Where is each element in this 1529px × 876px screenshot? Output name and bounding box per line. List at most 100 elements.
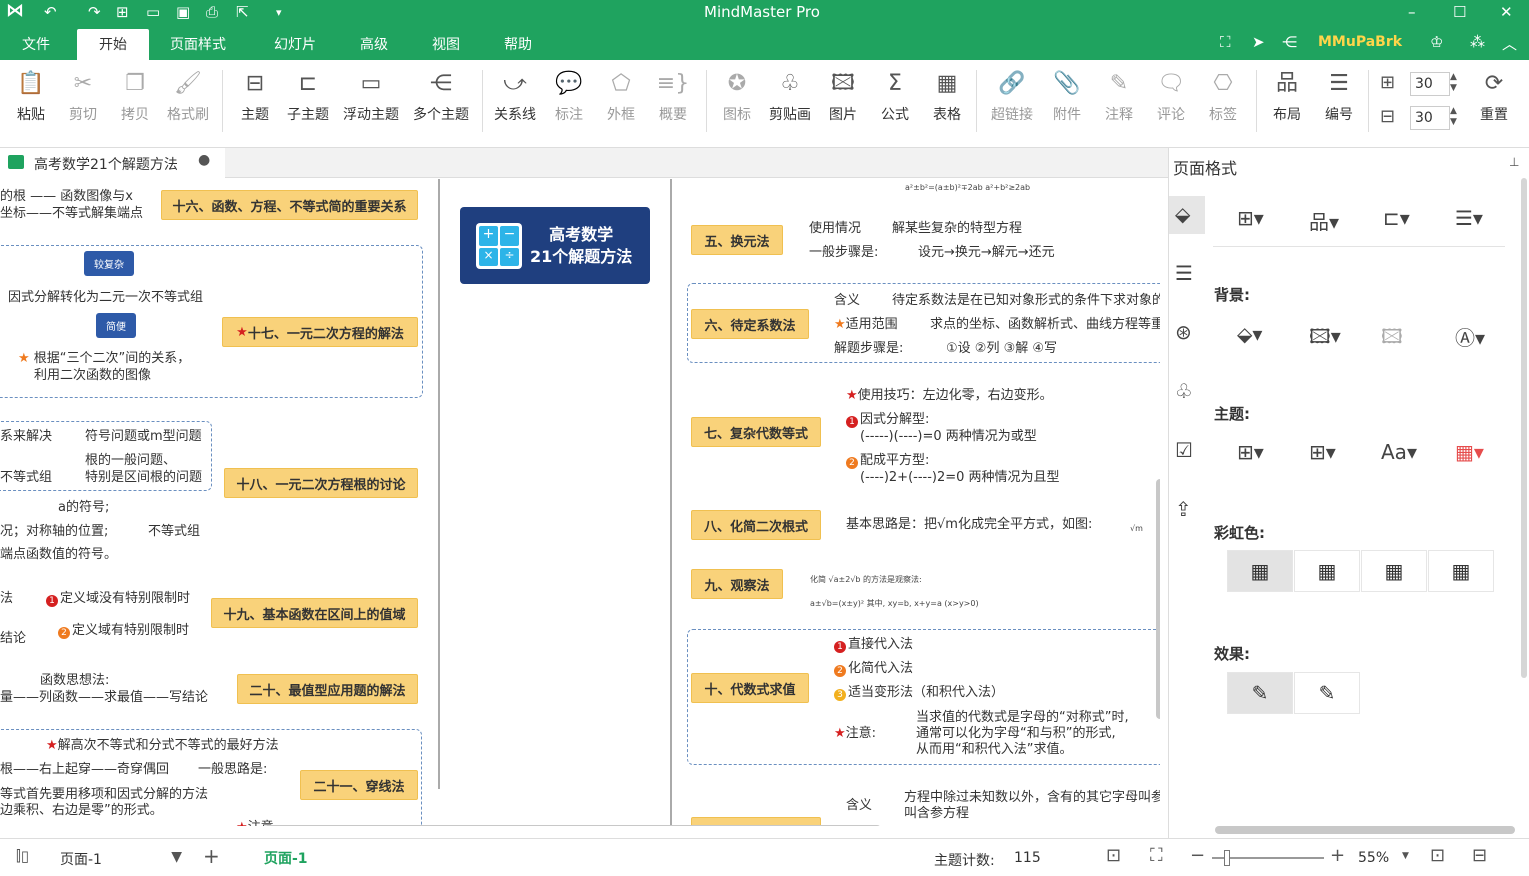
theme-style-icon[interactable]: ⊞▾ <box>1309 440 1336 464</box>
topic-21[interactable]: 二十一、穿线法 <box>300 770 418 800</box>
topic-8[interactable]: 八、化简二次根式 <box>691 510 821 540</box>
topic-7[interactable]: 七、复杂代数等式 <box>691 417 821 447</box>
format-brush-icon[interactable]: ⬙ <box>1175 202 1190 226</box>
t11-s1a[interactable]: 含义 <box>846 797 872 814</box>
t18-s3a[interactable]: a的符号; <box>58 499 109 516</box>
document-tab[interactable]: 高考数学21个解题方法 ● <box>0 148 225 178</box>
horizontal-scrollbar[interactable] <box>265 825 881 826</box>
collapse-icon[interactable]: ︿ <box>1502 33 1517 54</box>
fit-window-icon[interactable]: ⊡ <box>1430 845 1445 866</box>
remove-image-icon[interactable]: 🖾 <box>1381 322 1403 356</box>
numbering-button[interactable]: ☰ 编号 <box>1320 68 1358 124</box>
t20-s2[interactable]: 量——列函数——求最值——写结论 <box>0 689 208 706</box>
hyperlink-button[interactable]: 🔗 超链接 <box>988 68 1036 124</box>
t10-s4d[interactable]: 从而用“和积代入法”求值。 <box>916 741 1072 758</box>
panel-vertical-scrollbar[interactable] <box>1521 178 1527 678</box>
t17-sub1[interactable]: 因式分解转化为二元一次不等式组 <box>8 289 203 306</box>
table-button[interactable]: ▦ 表格 <box>928 68 966 124</box>
t6-s2b[interactable]: 求点的坐标、函数解析式、曲线方程等重 <box>930 316 1160 333</box>
t21-s3b[interactable]: 边乘积、右边是零”的形式。 <box>0 802 163 819</box>
panel-toggle-icon[interactable]: ⊟ <box>1472 845 1487 866</box>
formula-button[interactable]: Σ 公式 <box>876 68 914 124</box>
vertical-scrollbar[interactable] <box>1156 479 1160 719</box>
send-icon[interactable]: ➤ <box>1252 33 1265 51</box>
t5-s1b[interactable]: 解某些复杂的特型方程 <box>892 220 1022 237</box>
attachment-button[interactable]: 📎 附件 <box>1048 68 1086 124</box>
subtopic-button[interactable]: ⊏ 子主题 <box>284 68 332 124</box>
t18-s2a[interactable]: 不等式组 <box>0 469 52 486</box>
t19-s1a[interactable]: 法 <box>0 590 13 607</box>
zoom-dropdown-icon[interactable]: ▼ <box>1402 851 1409 861</box>
save-icon[interactable]: ▣ <box>176 3 190 21</box>
effect-option-1[interactable]: ✎ <box>1227 672 1293 714</box>
tab-help[interactable]: 帮助 <box>504 34 532 54</box>
effect-option-2[interactable]: ✎ <box>1294 672 1360 714</box>
rainbow-option-3[interactable]: ▦ <box>1361 550 1427 592</box>
panel-scrollbar[interactable] <box>1215 826 1515 834</box>
unsaved-dot-icon[interactable]: ● <box>198 152 210 168</box>
topic-18[interactable]: 十八、一元二次方程根的讨论 <box>224 468 418 498</box>
comment-button[interactable]: 🗨 评论 <box>1152 68 1190 124</box>
t18-s3b[interactable]: 况；对称轴的位置; <box>0 523 108 540</box>
callout-button[interactable]: 💬 标注 <box>550 68 588 124</box>
t6-s1a[interactable]: 含义 <box>834 292 860 309</box>
t10-s4a[interactable]: ★注意: <box>834 725 876 742</box>
t7-s1[interactable]: ★使用技巧：左边化零，右边变形。 <box>846 387 1053 404</box>
summary-button[interactable]: ≡} 概要 <box>654 68 692 124</box>
apps-icon[interactable]: ⁂ <box>1470 33 1485 51</box>
t16-sub2[interactable]: 坐标——不等式解集端点 <box>0 205 143 222</box>
export-icon[interactable]: ⇪ <box>1175 497 1192 521</box>
color-palette-icon[interactable]: ▦▾ <box>1455 440 1484 464</box>
vertical-spacing-input[interactable]: 30 <box>1410 106 1450 130</box>
tab-advanced[interactable]: 高级 <box>360 34 388 54</box>
page-tab[interactable]: 页面-1 <box>264 848 308 868</box>
topic-20[interactable]: 二十、最值型应用题的解法 <box>237 674 418 704</box>
t20-s1[interactable]: 函数思想法: <box>40 672 109 689</box>
copy-button[interactable]: ❐ 拷贝 <box>116 68 154 124</box>
callout-simple[interactable]: 简便 <box>96 313 136 338</box>
user-name[interactable]: MMuPaBrk <box>1318 34 1402 50</box>
t5-s1a[interactable]: 使用情况 <box>809 220 861 237</box>
zoom-in-icon[interactable]: + <box>1330 845 1345 866</box>
tab-home[interactable]: 开始 <box>77 29 149 60</box>
rainbow-option-1[interactable]: ▦ <box>1227 550 1293 592</box>
t21-s1[interactable]: ★解高次不等式和分式不等式的最好方法 <box>46 737 279 754</box>
image-button[interactable]: 🖾 图片 <box>826 68 860 124</box>
theme-grid-icon[interactable]: ⊞▾ <box>1237 440 1264 464</box>
new-icon[interactable]: ⊞ <box>116 3 129 21</box>
format-painter-button[interactable]: 🖌 格式刷 <box>164 68 212 124</box>
clipart-button[interactable]: ♧ 剪贴画 <box>766 68 814 124</box>
spin-arrows-icon[interactable]: ▲ ▼ <box>1450 72 1457 94</box>
topic-17[interactable]: ★ 十七、一元二次方程的解法 <box>222 317 418 347</box>
print-icon[interactable]: ⎙ <box>206 3 218 21</box>
t11-s1b[interactable]: 方程中除过未知数以外，含有的其它字母叫参 <box>904 789 1160 806</box>
horizontal-spacing-input[interactable]: 30 <box>1410 72 1450 96</box>
t21-s2b[interactable]: 一般思路是: <box>198 761 267 778</box>
t9-s1[interactable]: 化简 √a±2√b 的方法是观察法: <box>810 571 922 588</box>
undo-icon[interactable]: ↶ <box>44 3 57 21</box>
add-page-icon[interactable]: + <box>203 844 220 868</box>
numbered-list-icon[interactable]: ☰▾ <box>1455 206 1483 230</box>
t18-s2b[interactable]: 根的一般问题、 <box>85 452 176 469</box>
t19-s2b[interactable]: 2 定义域有特别限制时 <box>58 622 189 639</box>
shirt-icon[interactable]: ♔ <box>1430 33 1443 51</box>
boundary-button[interactable]: ⬠ 外框 <box>602 68 640 124</box>
tag-button[interactable]: ⎔ 标签 <box>1204 68 1242 124</box>
layout-button[interactable]: 品布局 <box>1268 68 1306 124</box>
tab-page-style[interactable]: 页面样式 <box>170 34 226 54</box>
outline-list-icon[interactable]: ☰ <box>1175 261 1193 285</box>
rainbow-option-4[interactable]: ▦ <box>1428 550 1494 592</box>
t6-s2a[interactable]: ★适用范围 <box>834 316 898 333</box>
pin-icon[interactable]: ⊥ <box>1509 155 1519 169</box>
fullscreen-icon[interactable]: ⛶ <box>1220 33 1231 51</box>
mind-map-canvas[interactable]: + − × ÷ 高考数学 21个解题方法 的根 —— 函数图像与x 坐标——不等… <box>0 179 1160 826</box>
mark-icon[interactable]: ⊛ <box>1175 320 1192 344</box>
topic-6[interactable]: 六、待定系数法 <box>691 309 809 339</box>
topic-9[interactable]: 九、观察法 <box>691 569 783 599</box>
topic-16[interactable]: 十六、函数、方程、不等式简的重要关系 <box>161 190 418 220</box>
tab-file[interactable]: 文件 <box>22 34 50 54</box>
relation-button[interactable]: ⤻ 关系线 <box>492 68 538 124</box>
t10-s3[interactable]: 3 适当变形法（和积代入法） <box>834 684 1004 701</box>
background-image-icon[interactable]: 🖾▾ <box>1309 322 1341 356</box>
open-icon[interactable]: ▭ <box>146 3 160 21</box>
